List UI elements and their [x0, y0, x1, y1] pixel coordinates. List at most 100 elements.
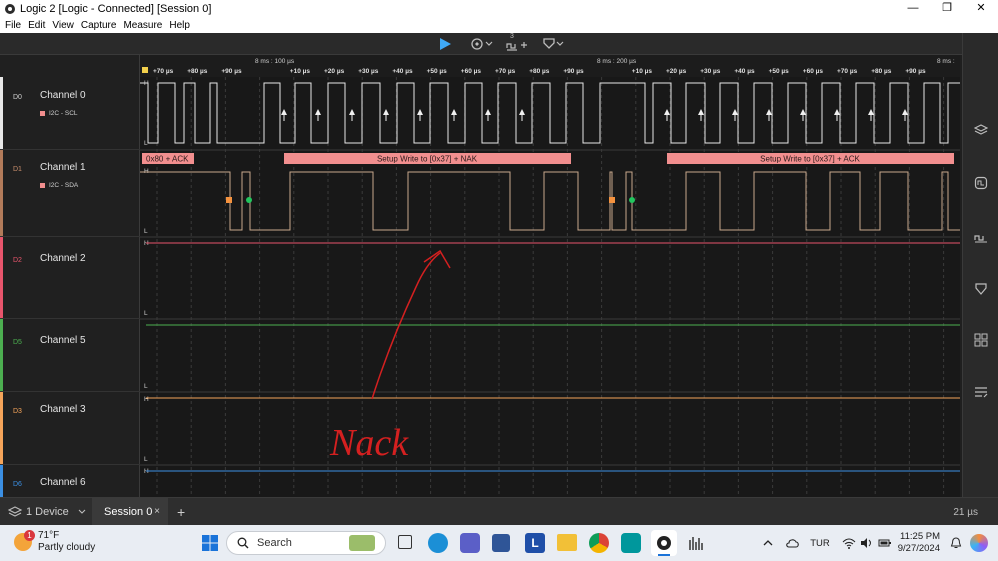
channel-name[interactable]: Channel 1	[40, 162, 86, 173]
teams-icon[interactable]	[460, 533, 480, 553]
notification-bell-icon[interactable]	[950, 537, 962, 549]
channel-row-d6[interactable]: D6 Channel 6	[0, 465, 140, 497]
menu-measure[interactable]: Measure	[123, 20, 162, 31]
edge-browser-icon[interactable]	[428, 533, 448, 553]
arduino-icon[interactable]	[621, 533, 641, 553]
menu-edit[interactable]: Edit	[28, 20, 45, 31]
channel-id: D2	[13, 257, 22, 264]
i2c-stop-marker	[246, 197, 252, 203]
channel-id: D3	[13, 408, 22, 415]
channel-row-d3[interactable]: D3 Channel 3	[0, 392, 140, 465]
level-low-label: L	[144, 140, 148, 147]
ruler-tick-label: +90 µs	[905, 68, 926, 75]
ruler-tick-label: +30 µs	[358, 68, 379, 75]
ruler-tick-label: +60 µs	[803, 68, 824, 75]
device-icon	[8, 506, 22, 517]
trigger-button[interactable]	[470, 36, 494, 52]
search-highlight-icon	[349, 535, 375, 551]
session-tab-close-icon[interactable]: ×	[154, 498, 160, 526]
analyzer-color-swatch	[40, 183, 45, 188]
zoom-level: 21 µs	[953, 507, 978, 518]
menu-capture[interactable]: Capture	[81, 20, 117, 31]
channel-color-bar	[0, 392, 3, 464]
battery-icon[interactable]	[878, 537, 892, 549]
waveform-view[interactable]: +70 µs +80 µs +90 µs +10 µs +20 µs +30 µs +40 …	[140, 55, 960, 497]
channel-name[interactable]: Channel 5	[40, 335, 86, 346]
close-button[interactable]: ✕	[964, 0, 998, 17]
marker-button[interactable]	[542, 36, 566, 52]
channel-name[interactable]: Channel 6	[40, 477, 86, 488]
weather-desc: Partly cloudy	[38, 542, 96, 553]
ruler-tick-label: +50 µs	[427, 68, 448, 75]
search-icon	[237, 537, 249, 549]
extensions-panel-button[interactable]	[974, 333, 988, 347]
channel-row-d1[interactable]: D1 Channel 1 I2C - SDA	[0, 150, 140, 237]
ruler-tick-label: +70 µs	[837, 68, 858, 75]
device-selector[interactable]: 1 Device	[8, 506, 87, 518]
weather-temp: 71°F	[38, 530, 60, 541]
channel-name[interactable]: Channel 2	[40, 253, 86, 264]
play-icon	[440, 38, 451, 50]
ruler-tick-label: +10 µs	[290, 68, 311, 75]
menu-bar: File Edit View Capture Measure Help	[0, 17, 998, 33]
sample-arrow-icon	[800, 109, 806, 115]
menu-file[interactable]: File	[5, 20, 21, 31]
session-tab[interactable]: Session 0 ×	[92, 498, 168, 526]
notes-panel-button[interactable]	[974, 385, 988, 399]
timeline-cursor-marker[interactable]	[142, 67, 148, 73]
logic-app-icon	[5, 3, 15, 14]
markers-panel-button[interactable]	[974, 282, 988, 296]
system-tray: TUR 11:25 PM 9/27/2024	[762, 531, 988, 555]
menu-help[interactable]: Help	[169, 20, 190, 31]
level-low-label: L	[144, 456, 148, 463]
channel-row-d2[interactable]: D2 Channel 2	[0, 237, 140, 319]
chrome-icon[interactable]	[589, 533, 609, 553]
channel-name[interactable]: Channel 3	[40, 404, 86, 415]
channel-row-d5[interactable]: D5 Channel 5	[0, 319, 140, 392]
chevron-up-icon[interactable]	[762, 538, 774, 548]
start-button[interactable]	[202, 535, 218, 554]
taskbar-search[interactable]: Search	[226, 531, 386, 555]
measure-icon	[974, 235, 987, 243]
weather-widget[interactable]: 1 71°F Partly cloudy	[14, 530, 95, 554]
maximize-button[interactable]: ❐	[930, 0, 964, 17]
menu-view[interactable]: View	[52, 20, 74, 31]
network-cloud-icon[interactable]	[786, 537, 800, 549]
analyzers-panel-button[interactable]	[973, 123, 989, 137]
trigger-panel-button[interactable]	[974, 176, 988, 190]
task-view-icon[interactable]	[398, 535, 412, 549]
start-capture-button[interactable]	[438, 36, 454, 52]
logic2-taskbar-item[interactable]	[651, 530, 677, 556]
waveform-canvas[interactable]: +70 µs +80 µs +90 µs +10 µs +20 µs +30 µs +40 …	[140, 55, 960, 497]
clock-date: 9/27/2024	[897, 543, 940, 554]
minimize-button[interactable]: —	[896, 0, 930, 17]
sample-arrow-icon	[902, 109, 908, 115]
measure-button[interactable]: 3	[505, 33, 531, 52]
annotation-text: Nack	[329, 422, 409, 464]
decode-text: Setup Write to [0x37] + NAK	[377, 155, 478, 164]
channel-name[interactable]: Channel 0	[40, 90, 86, 101]
copilot-icon[interactable]	[970, 534, 988, 552]
ruler-tick-label: +40 µs	[392, 68, 413, 75]
ruler-tick-label: +90 µs	[563, 68, 584, 75]
audio-meter-icon[interactable]	[688, 534, 706, 552]
i2c-start-marker	[226, 197, 232, 203]
right-sidebar	[962, 33, 998, 497]
device-count: 1 Device	[26, 506, 69, 518]
ruler-tick-label: +70 µs	[153, 68, 174, 75]
volume-icon[interactable]	[860, 537, 874, 549]
measurements-panel-button[interactable]	[974, 229, 988, 243]
add-session-button[interactable]: +	[177, 504, 185, 520]
store-icon[interactable]	[492, 534, 510, 552]
file-explorer-icon[interactable]	[557, 534, 577, 551]
wifi-icon[interactable]	[842, 537, 856, 549]
clock-time: 11:25 PM	[900, 531, 940, 542]
l-app-icon[interactable]: L	[525, 533, 545, 553]
analyzer-label: I2C - SDA	[40, 182, 78, 189]
input-language[interactable]: TUR	[810, 538, 830, 549]
ruler-major-label: 8 ms :	[937, 58, 955, 65]
annotation-arrow	[371, 252, 441, 400]
sample-arrow-icon	[732, 109, 738, 115]
channel-row-d0[interactable]: D0 Channel 0 I2C - SCL	[0, 77, 140, 150]
taskbar-clock[interactable]: 11:25 PM 9/27/2024	[898, 531, 940, 555]
